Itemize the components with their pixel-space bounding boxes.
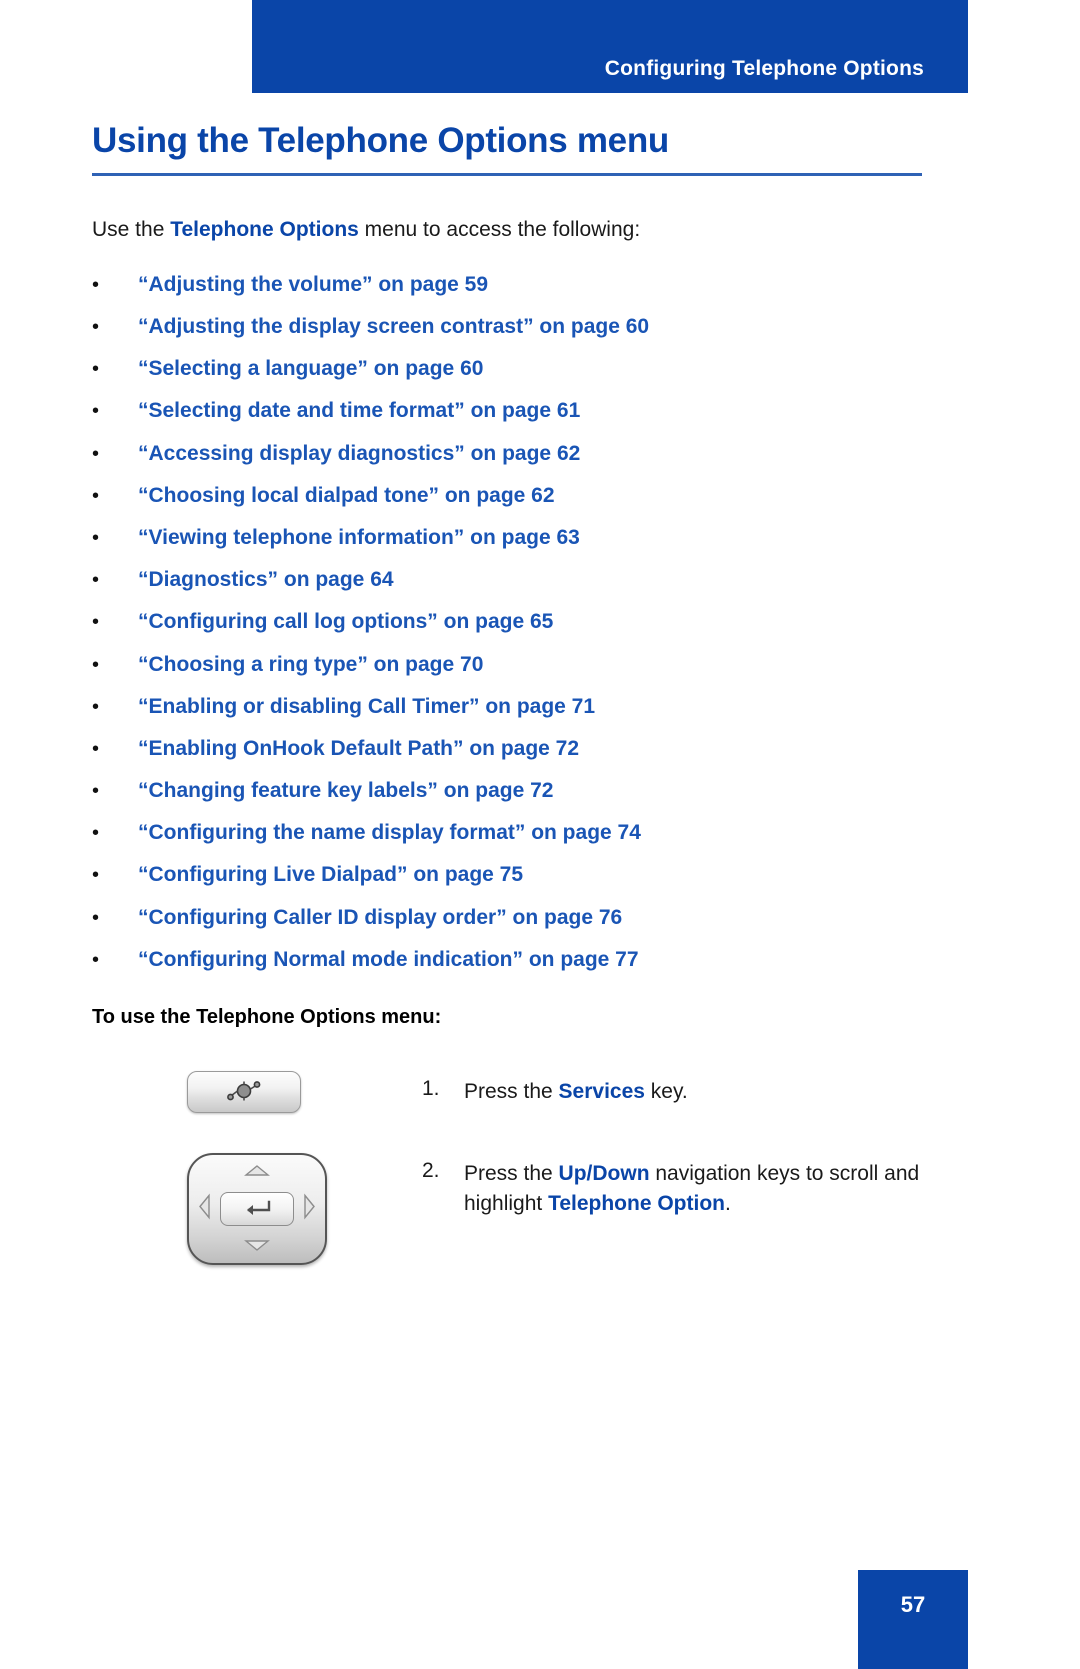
list-item: • “Selecting a language” on page 60 <box>92 356 922 381</box>
step-text: Press the Services key. <box>464 1077 688 1107</box>
cross-reference-link[interactable]: “Selecting a language” on page 60 <box>138 356 483 381</box>
cross-reference-link[interactable]: “Adjusting the volume” on page 59 <box>138 272 488 297</box>
page-content: Using the Telephone Options menu Use the… <box>92 0 922 1305</box>
list-item: • “Selecting date and time format” on pag… <box>92 398 922 423</box>
intro-emphasis: Telephone Options <box>170 217 359 241</box>
cross-reference-list: • “Adjusting the volume” on page 59 • “Adju… <box>92 272 922 972</box>
list-item: • “Enabling or disabling Call Timer” on p… <box>92 694 922 719</box>
bullet-marker-icon: • <box>92 273 100 296</box>
intro-paragraph: Use the Telephone Options menu to access… <box>92 216 922 244</box>
bullet-marker-icon: • <box>92 358 100 381</box>
list-item: • “Changing feature key labels” on page 7… <box>92 778 922 803</box>
cross-reference-link[interactable]: “Configuring Caller ID display order” on… <box>138 905 622 930</box>
list-item: • “Adjusting the volume” on page 59 <box>92 272 922 297</box>
list-item: • “Configuring Live Dialpad” on page 75 <box>92 862 922 887</box>
step-figure <box>92 1071 422 1114</box>
list-item: • “Accessing display diagnostics” on page… <box>92 441 922 466</box>
bullet-marker-icon: • <box>92 695 100 718</box>
footer-page-box: 57 <box>858 1570 968 1669</box>
cross-reference-link[interactable]: “Choosing local dialpad tone” on page 62 <box>138 483 555 508</box>
cross-reference-link[interactable]: “Viewing telephone information” on page … <box>138 525 580 550</box>
procedure-heading: To use the Telephone Options menu: <box>92 1006 442 1029</box>
procedure-step: 2. Press the Up/Down navigation keys to … <box>92 1153 922 1266</box>
page-number: 57 <box>900 1592 926 1617</box>
list-item: • “Enabling OnHook Default Path” on page … <box>92 736 922 761</box>
list-item: • “Configuring Caller ID display order” o… <box>92 905 922 930</box>
cross-reference-link[interactable]: “Configuring Normal mode indication” on … <box>138 947 639 972</box>
intro-text-before: Use the <box>92 217 171 241</box>
bullet-marker-icon: • <box>92 484 100 507</box>
step-emphasis-services: Services <box>558 1080 645 1104</box>
list-item: • “Configuring call log options” on page … <box>92 609 922 634</box>
page-title: Using the Telephone Options menu <box>92 121 669 160</box>
down-arrow-icon <box>244 1238 270 1256</box>
cross-reference-link[interactable]: “Enabling OnHook Default Path” on page 7… <box>138 736 579 761</box>
cross-reference-link[interactable]: “Configuring the name display format” on… <box>138 820 641 845</box>
bullet-marker-icon: • <box>92 822 100 845</box>
cross-reference-link[interactable]: “Diagnostics” on page 64 <box>138 567 394 592</box>
cross-reference-link[interactable]: “Choosing a ring type” on page 70 <box>138 652 483 677</box>
step-emphasis-telephone-option: Telephone Option <box>548 1192 725 1216</box>
bullet-marker-icon: • <box>92 737 100 760</box>
bullet-marker-icon: • <box>92 569 100 592</box>
left-arrow-icon <box>199 1193 211 1225</box>
procedure-steps: 1. Press the Services key. 2. Press the … <box>92 1071 922 1266</box>
cross-reference-link[interactable]: “Adjusting the display screen contrast” … <box>138 314 649 339</box>
cross-reference-link[interactable]: “Enabling or disabling Call Timer” on pa… <box>138 694 595 719</box>
list-item: • “Configuring Normal mode indication” on… <box>92 947 922 972</box>
step-text-after: . <box>725 1192 731 1216</box>
bullet-marker-icon: • <box>92 611 100 634</box>
document-page: Configuring Telephone Options Using the … <box>0 0 1080 1669</box>
step-emphasis-updown: Up/Down <box>558 1162 650 1186</box>
cross-reference-link[interactable]: “Configuring call log options” on page 6… <box>138 609 553 634</box>
bullet-marker-icon: • <box>92 526 100 549</box>
step-body: 1. Press the Services key. <box>422 1071 688 1107</box>
step-text-before: Press the <box>464 1080 559 1104</box>
step-figure <box>92 1153 422 1266</box>
bullet-marker-icon: • <box>92 400 100 423</box>
cross-reference-link[interactable]: “Configuring Live Dialpad” on page 75 <box>138 862 523 887</box>
procedure-step: 1. Press the Services key. <box>92 1071 922 1114</box>
step-body: 2. Press the Up/Down navigation keys to … <box>422 1153 922 1220</box>
step-text: Press the Up/Down navigation keys to scr… <box>464 1159 922 1220</box>
step-number: 2. <box>422 1159 440 1183</box>
bullet-marker-icon: • <box>92 316 100 339</box>
cross-reference-link[interactable]: “Changing feature key labels” on page 72 <box>138 778 553 803</box>
list-item: • “Choosing a ring type” on page 70 <box>92 652 922 677</box>
cross-reference-link[interactable]: “Selecting date and time format” on page… <box>138 398 580 423</box>
title-underline-rule <box>92 172 922 176</box>
enter-key-icon <box>220 1192 294 1227</box>
bullet-marker-icon: • <box>92 653 100 676</box>
intro-text-after: menu to access the following: <box>358 217 641 241</box>
list-item: • “Diagnostics” on page 64 <box>92 567 922 592</box>
bullet-marker-icon: • <box>92 864 100 887</box>
services-key-icon <box>187 1071 301 1114</box>
bullet-marker-icon: • <box>92 948 100 971</box>
step-text-before: Press the <box>464 1162 559 1186</box>
right-arrow-icon <box>303 1193 315 1225</box>
bullet-marker-icon: • <box>92 442 100 465</box>
navigation-cluster-icon <box>187 1153 327 1266</box>
list-item: • “Viewing telephone information” on page… <box>92 525 922 550</box>
list-item: • “Choosing local dialpad tone” on page 6… <box>92 483 922 508</box>
step-text-after: key. <box>644 1080 688 1104</box>
step-number: 1. <box>422 1077 440 1101</box>
cross-reference-link[interactable]: “Accessing display diagnostics” on page … <box>138 441 580 466</box>
bullet-marker-icon: • <box>92 780 100 803</box>
list-item: • “Configuring the name display format” o… <box>92 820 922 845</box>
list-item: • “Adjusting the display screen contrast”… <box>92 314 922 339</box>
up-arrow-icon <box>244 1164 270 1182</box>
bullet-marker-icon: • <box>92 906 100 929</box>
